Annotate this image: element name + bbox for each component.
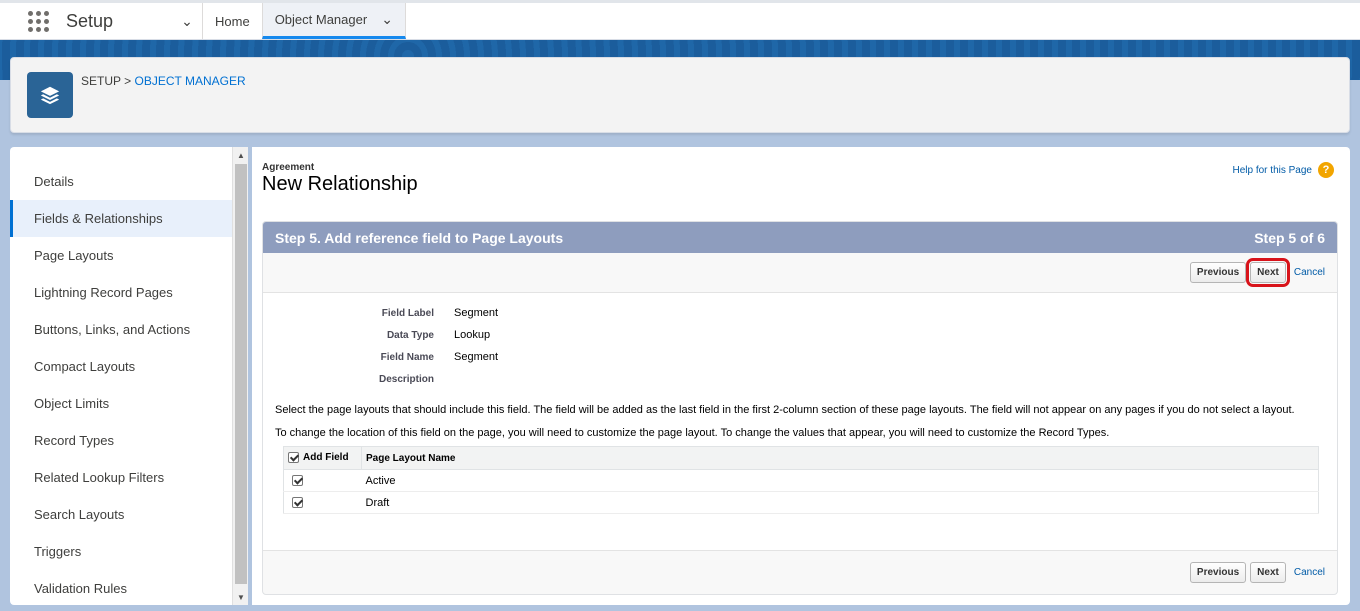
table-cell [283, 469, 362, 492]
tab-object-manager-label: Object Manager [274, 12, 368, 27]
sidebar-item-compact-layouts[interactable]: Compact Layouts [10, 348, 248, 385]
add-field-header-label: Add Field [303, 452, 349, 464]
app-launcher-button[interactable] [12, 3, 64, 39]
detail-row: Data Type Lookup [263, 324, 1337, 346]
tab-home-label: Home [215, 13, 250, 29]
detail-label: Data Type [386, 329, 434, 341]
sidebar-scrollbar[interactable]: ▲ ▼ [232, 147, 248, 605]
object-name: Agreement [262, 162, 315, 173]
breadcrumb-separator: > [124, 74, 132, 88]
page-layouts-table: Add Field Page Layout Name Active Draft [283, 446, 1319, 514]
detail-value: Segment [454, 351, 499, 363]
help-link[interactable]: Help for this Page [1233, 165, 1313, 176]
app-menu-chevron-down-icon[interactable]: ⌄ [172, 3, 202, 39]
tab-home[interactable]: Home [202, 3, 262, 39]
sidebar-item-object-limits[interactable]: Object Limits [10, 385, 248, 422]
instruction-text: Select the page layouts that should incl… [275, 404, 1295, 416]
sidebar-item-related-lookup-filters[interactable]: Related Lookup Filters [10, 459, 248, 496]
detail-row: Field Label Segment [263, 302, 1337, 324]
object-sidebar: Details Fields & Relationships Page Layo… [10, 147, 248, 605]
detail-row: Description [263, 368, 1337, 390]
instruction-text: To change the location of this field on … [275, 427, 1110, 439]
next-button-top[interactable]: Next [1246, 258, 1290, 287]
breadcrumb: SETUP > OBJECT MANAGER [81, 74, 246, 88]
page-header: SETUP > OBJECT MANAGER [10, 57, 1350, 133]
scroll-down-arrow-icon[interactable]: ▼ [233, 589, 249, 605]
field-details: Field Label Segment Data Type Lookup Fie… [263, 293, 1337, 390]
add-field-checkbox[interactable] [292, 475, 303, 487]
sidebar-item-fields-relationships[interactable]: Fields & Relationships [10, 200, 248, 237]
scroll-up-arrow-icon[interactable]: ▲ [233, 147, 249, 163]
detail-label: Field Name [380, 351, 434, 363]
layers-icon [27, 72, 73, 118]
detail-value: Lookup [454, 329, 491, 341]
bottom-button-row: Previous Next Cancel [263, 550, 1337, 594]
add-field-checkbox[interactable] [292, 497, 303, 509]
next-button-bottom[interactable]: Next [1250, 562, 1286, 583]
breadcrumb-setup: SETUP [81, 74, 121, 88]
table-cell [283, 491, 362, 514]
add-field-header: Add Field [283, 446, 362, 470]
app-launcher-icon [27, 10, 49, 32]
previous-button-bottom[interactable]: Previous [1189, 562, 1247, 583]
app-name: Setup [66, 10, 114, 31]
global-nav: Setup ⌄ Home Object Manager ⌄ [0, 0, 1360, 40]
detail-label: Description [378, 373, 434, 385]
wizard-panel: Step 5. Add reference field to Page Layo… [262, 221, 1338, 595]
table-row: Active [283, 469, 1319, 492]
detail-label: Field Label [381, 307, 434, 319]
page-layout-name-header: Page Layout Name [361, 446, 1319, 470]
layout-name-cell: Draft [361, 491, 1319, 514]
sidebar-item-record-types[interactable]: Record Types [10, 422, 248, 459]
sidebar-item-lightning-record-pages[interactable]: Lightning Record Pages [10, 274, 248, 311]
tab-object-manager[interactable]: Object Manager ⌄ [261, 3, 406, 39]
sidebar-item-validation-rules[interactable]: Validation Rules [10, 570, 248, 605]
detail-value: Segment [454, 307, 499, 319]
wizard-body: Field Label Segment Data Type Lookup Fie… [263, 293, 1337, 550]
step-title: Step 5. Add reference field to Page Layo… [275, 229, 564, 246]
tab-chevron-down-icon[interactable]: ⌄ [381, 11, 393, 28]
main-content: Agreement New Relationship Help for this… [252, 147, 1350, 605]
cancel-link-top[interactable]: Cancel [1294, 267, 1325, 278]
sidebar-item-page-layouts[interactable]: Page Layouts [10, 237, 248, 274]
table-row: Draft [283, 491, 1319, 514]
layout-name-cell: Active [361, 469, 1319, 492]
help-icon[interactable]: ? [1318, 162, 1334, 178]
step-counter: Step 5 of 6 [1254, 229, 1325, 246]
page-title: New Relationship [262, 173, 418, 195]
detail-row: Field Name Segment [263, 346, 1337, 368]
previous-button-top[interactable]: Previous [1189, 262, 1247, 283]
help-area: Help for this Page ? [1233, 162, 1334, 178]
select-all-checkbox[interactable] [288, 452, 299, 464]
scrollbar-thumb[interactable] [235, 164, 247, 584]
table-header-row: Add Field Page Layout Name [283, 446, 1319, 470]
cancel-link-bottom[interactable]: Cancel [1294, 567, 1325, 578]
sidebar-item-triggers[interactable]: Triggers [10, 533, 248, 570]
wizard-header: Step 5. Add reference field to Page Layo… [263, 222, 1337, 253]
sidebar-item-buttons-links-actions[interactable]: Buttons, Links, and Actions [10, 311, 248, 348]
breadcrumb-object-manager[interactable]: OBJECT MANAGER [135, 74, 246, 88]
top-button-row: Previous Next Cancel [263, 253, 1337, 293]
sidebar-item-details[interactable]: Details [10, 163, 248, 200]
sidebar-item-search-layouts[interactable]: Search Layouts [10, 496, 248, 533]
